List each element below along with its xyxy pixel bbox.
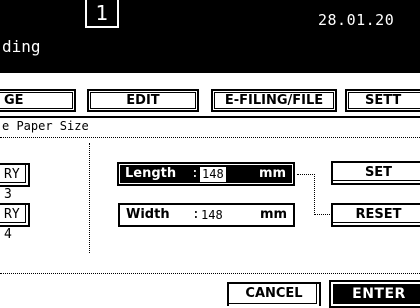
connector-line: [314, 214, 330, 215]
bottom-divider: [0, 273, 420, 274]
connector-line: [314, 174, 315, 215]
section-divider: [0, 137, 420, 138]
connector-line: [297, 174, 315, 175]
section-label: e Paper Size: [2, 119, 89, 133]
width-label: Width: [126, 207, 170, 222]
length-colon: :: [191, 166, 199, 181]
screen-title: ding: [2, 37, 41, 56]
tab-settings[interactable]: SETT: [345, 89, 420, 112]
length-unit: mm: [259, 166, 287, 181]
tab-efiling-file[interactable]: E-FILING/FILE: [211, 89, 337, 112]
length-field[interactable]: Length : 148 mm: [117, 162, 295, 186]
cancel-button[interactable]: CANCEL: [227, 282, 321, 306]
copy-counter: 1: [95, 1, 109, 25]
vertical-divider: [89, 143, 90, 253]
date-display: 28.01.20: [318, 11, 395, 29]
width-value: 148: [201, 208, 223, 222]
width-colon: :: [192, 207, 200, 222]
tab-bar-underline: [0, 116, 420, 118]
length-value: 148: [202, 167, 224, 181]
enter-button[interactable]: ENTER: [329, 280, 420, 308]
tab-image[interactable]: GE: [0, 89, 76, 112]
tray-3-button[interactable]: RY 3: [0, 163, 30, 202]
set-button[interactable]: SET: [331, 161, 420, 185]
width-unit: mm: [260, 207, 288, 222]
reset-button[interactable]: RESET: [331, 203, 420, 227]
tray-4-button[interactable]: RY 4: [0, 203, 30, 242]
tab-edit[interactable]: EDIT: [87, 89, 199, 112]
width-field[interactable]: Width : 148 mm: [118, 203, 295, 227]
length-label: Length: [125, 166, 177, 181]
